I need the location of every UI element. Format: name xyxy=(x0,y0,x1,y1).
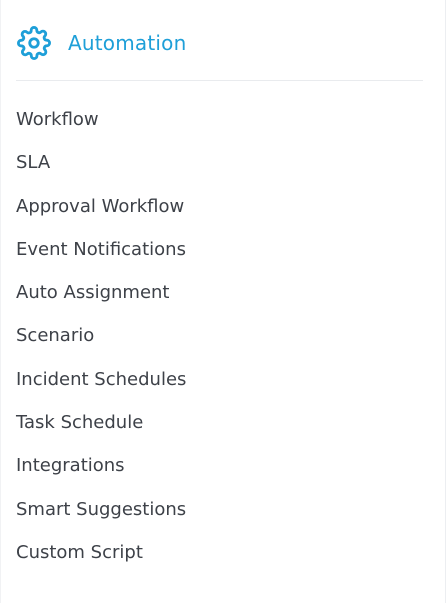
panel-header: Automation xyxy=(16,25,423,81)
menu-item-auto-assignment[interactable]: Auto Assignment xyxy=(16,270,436,313)
automation-menu: Workflow SLA Approval Workflow Event Not… xyxy=(16,97,436,573)
menu-item-workflow[interactable]: Workflow xyxy=(16,97,436,140)
gear-icon xyxy=(16,25,52,61)
page-title: Automation xyxy=(68,31,187,55)
automation-panel: Automation Workflow SLA Approval Workflo… xyxy=(0,0,446,603)
menu-item-task-schedule[interactable]: Task Schedule xyxy=(16,400,436,443)
menu-item-custom-script[interactable]: Custom Script xyxy=(16,530,436,573)
menu-item-approval-workflow[interactable]: Approval Workflow xyxy=(16,184,436,227)
menu-item-incident-schedules[interactable]: Incident Schedules xyxy=(16,357,436,400)
menu-item-integrations[interactable]: Integrations xyxy=(16,443,436,486)
menu-item-scenario[interactable]: Scenario xyxy=(16,313,436,356)
menu-item-smart-suggestions[interactable]: Smart Suggestions xyxy=(16,487,436,530)
menu-item-event-notifications[interactable]: Event Notifications xyxy=(16,227,436,270)
menu-item-sla[interactable]: SLA xyxy=(16,140,436,183)
